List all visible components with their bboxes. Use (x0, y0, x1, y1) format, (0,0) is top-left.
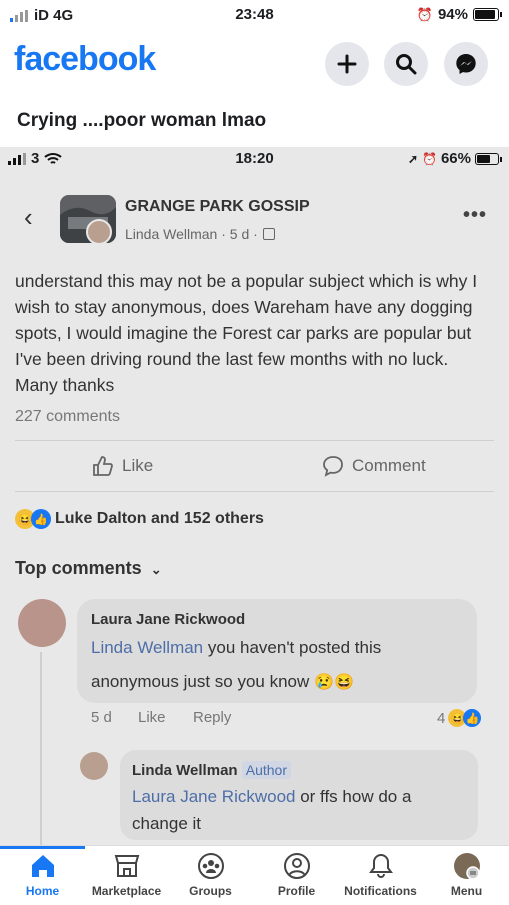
like-button[interactable]: Like (92, 455, 153, 477)
tab-notifications-label: Notifications (344, 884, 417, 898)
inner-battery-percent: 66% (440, 150, 471, 167)
tab-marketplace-label: Marketplace (91, 884, 162, 898)
bell-icon (368, 853, 393, 878)
reply-author-name[interactable]: Linda Wellman (132, 762, 238, 779)
reactions-text: Luke Dalton and 152 others (55, 510, 264, 527)
comments-count[interactable]: 227 comments (15, 408, 120, 426)
reply-thread-line (40, 652, 42, 845)
divider (15, 440, 494, 441)
create-button[interactable] (325, 42, 369, 86)
post-body: understand this may not be a popular sub… (15, 271, 478, 395)
active-tab-indicator (0, 846, 85, 849)
tab-menu[interactable]: Menu (424, 852, 509, 898)
home-icon (31, 855, 54, 877)
divider (15, 491, 494, 492)
commenter-avatar[interactable] (18, 599, 66, 647)
search-button[interactable] (384, 42, 428, 86)
location-icon: ➚ (407, 151, 419, 166)
comment-button[interactable]: Comment (322, 455, 426, 477)
search-icon (396, 54, 417, 75)
top-comments-filter[interactable]: Top comments ⌄ (15, 558, 162, 579)
tab-profile[interactable]: Profile (254, 852, 339, 898)
author-badge: Author (241, 761, 291, 779)
profile-icon (283, 853, 310, 879)
messenger-button[interactable] (444, 42, 488, 86)
like-reaction-icon: 👍 (31, 509, 51, 529)
battery-group: ⏰ 94% (416, 6, 502, 23)
author-avatar[interactable] (86, 219, 112, 245)
commenter-name[interactable]: Laura Jane Rickwood (91, 611, 245, 628)
comment-reactions[interactable]: 4 😆 👍 (437, 709, 482, 727)
tab-notifications[interactable]: Notifications (338, 852, 423, 898)
inner-status-bar: 3 18:20 ➚ ⏰ 66% (0, 147, 509, 169)
inner-alarm-icon: ⏰ (422, 151, 437, 166)
comment-time: 5 d (91, 709, 112, 726)
reply-author-avatar[interactable] (80, 752, 108, 780)
reply-text-line1: or ffs how do a (295, 787, 412, 806)
tab-groups[interactable]: Groups (168, 852, 253, 898)
crying-emoji-icon: 😢 (314, 674, 334, 691)
alarm-icon: ⏰ (416, 6, 433, 22)
reply-text-line2: change it (132, 814, 201, 833)
inner-battery-icon (475, 152, 502, 165)
reply-bubble[interactable]: Linda Wellman Author Laura Jane Rickwood… (120, 750, 478, 840)
tab-profile-label: Profile (277, 884, 316, 898)
top-comments-label: Top comments (15, 558, 142, 578)
tab-home-label: Home (25, 884, 60, 898)
messenger-icon (456, 54, 476, 74)
comment-icon (323, 456, 343, 477)
post-caption: Crying ....poor woman lmao (17, 110, 267, 131)
plus-icon (337, 54, 357, 74)
chevron-down-icon: ⌄ (150, 562, 162, 577)
comment-text-line1: you haven't posted this (203, 638, 382, 657)
comment-like-button[interactable]: Like (138, 709, 166, 726)
tab-marketplace[interactable]: Marketplace (84, 852, 169, 898)
battery-percent: 94% (437, 6, 468, 23)
laughing-emoji-icon: 😆 (333, 674, 354, 691)
author-line: Linda Wellman · 5 d · (125, 226, 275, 242)
like-reaction-icon: 👍 (463, 709, 482, 727)
author-meta: Linda Wellman · 5 d · (125, 226, 258, 242)
tab-groups-label: Groups (189, 884, 232, 898)
battery-icon (473, 8, 502, 21)
like-label: Like (122, 456, 154, 475)
reply-mention[interactable]: Laura Jane Rickwood (132, 787, 295, 806)
tab-menu-label: Menu (450, 884, 483, 898)
shared-screenshot[interactable]: 3 18:20 ➚ ⏰ 66% ‹ GRANGE PARK GOSSIP Lin… (0, 147, 509, 845)
comment-text-line2: anonymous just so you know (91, 672, 310, 691)
comment-bubble[interactable]: Laura Jane Rickwood Linda Wellman you ha… (77, 599, 477, 703)
group-name[interactable]: GRANGE PARK GOSSIP (125, 198, 310, 216)
inner-battery-group: ➚ ⏰ 66% (407, 150, 502, 167)
comment-mention[interactable]: Linda Wellman (91, 638, 203, 657)
group-privacy-icon (262, 228, 275, 240)
more-options-icon[interactable]: ••• (463, 204, 487, 227)
comment-reaction-count: 4 (437, 709, 446, 727)
facebook-logo[interactable]: facebook (14, 40, 156, 79)
groups-icon (197, 853, 224, 879)
status-bar: iD 4G 23:48 ⏰ 94% (0, 0, 509, 32)
comment-label: Comment (352, 456, 426, 475)
menu-avatar-icon (453, 853, 480, 880)
back-chevron-icon[interactable]: ‹ (24, 202, 33, 233)
marketplace-icon (114, 855, 139, 877)
comment-reply-button[interactable]: Reply (193, 709, 231, 726)
bottom-tab-bar: Home Marketplace Groups Profile Notifica… (0, 845, 509, 905)
reactions-summary[interactable]: 😆 👍 Luke Dalton and 152 others (15, 509, 264, 529)
thumbs-up-icon (93, 456, 113, 476)
tab-home[interactable]: Home (0, 852, 85, 898)
